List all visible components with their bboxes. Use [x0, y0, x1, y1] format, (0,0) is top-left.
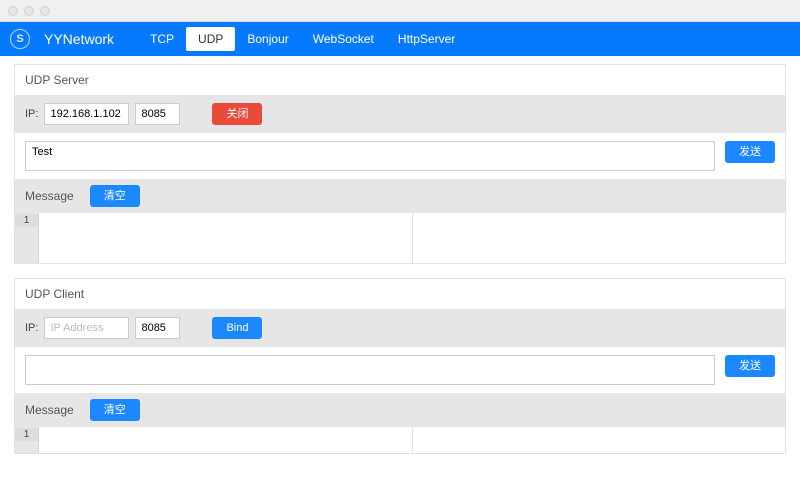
client-table-col2: [413, 427, 786, 453]
udp-client-title: UDP Client: [15, 279, 785, 309]
client-message-label: Message: [25, 403, 74, 417]
client-table-rownum: 1: [15, 427, 39, 453]
udp-server-controls: IP: 关闭: [15, 95, 785, 133]
tab-websocket[interactable]: WebSocket: [301, 27, 386, 51]
app-logo-icon: S: [10, 29, 30, 49]
client-send-button[interactable]: 发送: [725, 355, 775, 377]
client-ip-label: IP:: [25, 322, 38, 334]
client-message-input[interactable]: [25, 355, 715, 385]
client-clear-button[interactable]: 清空: [90, 399, 140, 421]
udp-server-panel: UDP Server IP: 关闭 发送 Message 清空 1: [14, 64, 786, 264]
server-message-header: Message 清空: [15, 179, 785, 213]
app-title: YYNetwork: [44, 31, 114, 47]
server-message-input[interactable]: [25, 141, 715, 171]
nav-tabs: TCP UDP Bonjour WebSocket HttpServer: [138, 27, 467, 51]
tab-bonjour[interactable]: Bonjour: [235, 27, 300, 51]
server-table-rownum: 1: [15, 213, 39, 263]
tab-udp[interactable]: UDP: [186, 27, 235, 51]
client-bind-button[interactable]: Bind: [212, 317, 262, 339]
traffic-light-minimize[interactable]: [24, 6, 34, 16]
client-message-header: Message 清空: [15, 393, 785, 427]
server-port-input[interactable]: [135, 103, 180, 125]
server-table-col2: [413, 213, 786, 263]
client-table-col1: [39, 427, 413, 453]
app-header: S YYNetwork TCP UDP Bonjour WebSocket Ht…: [0, 22, 800, 56]
tab-httpserver[interactable]: HttpServer: [386, 27, 467, 51]
server-table-col1: [39, 213, 413, 263]
server-message-label: Message: [25, 189, 74, 203]
udp-client-panel: UDP Client IP: Bind 发送 Message 清空 1: [14, 278, 786, 454]
udp-server-title: UDP Server: [15, 65, 785, 95]
server-ip-label: IP:: [25, 108, 38, 120]
server-send-button[interactable]: 发送: [725, 141, 775, 163]
client-send-row: 发送: [15, 347, 785, 393]
server-clear-button[interactable]: 清空: [90, 185, 140, 207]
server-close-button[interactable]: 关闭: [212, 103, 262, 125]
content-area: UDP Server IP: 关闭 发送 Message 清空 1 UDP Cl…: [0, 56, 800, 500]
window-titlebar: [0, 0, 800, 22]
client-ip-input[interactable]: [44, 317, 129, 339]
traffic-light-close[interactable]: [8, 6, 18, 16]
server-message-table: 1: [15, 213, 785, 263]
client-port-input[interactable]: [135, 317, 180, 339]
server-ip-input[interactable]: [44, 103, 129, 125]
udp-client-controls: IP: Bind: [15, 309, 785, 347]
server-send-row: 发送: [15, 133, 785, 179]
client-message-table: 1: [15, 427, 785, 453]
traffic-light-zoom[interactable]: [40, 6, 50, 16]
tab-tcp[interactable]: TCP: [138, 27, 186, 51]
